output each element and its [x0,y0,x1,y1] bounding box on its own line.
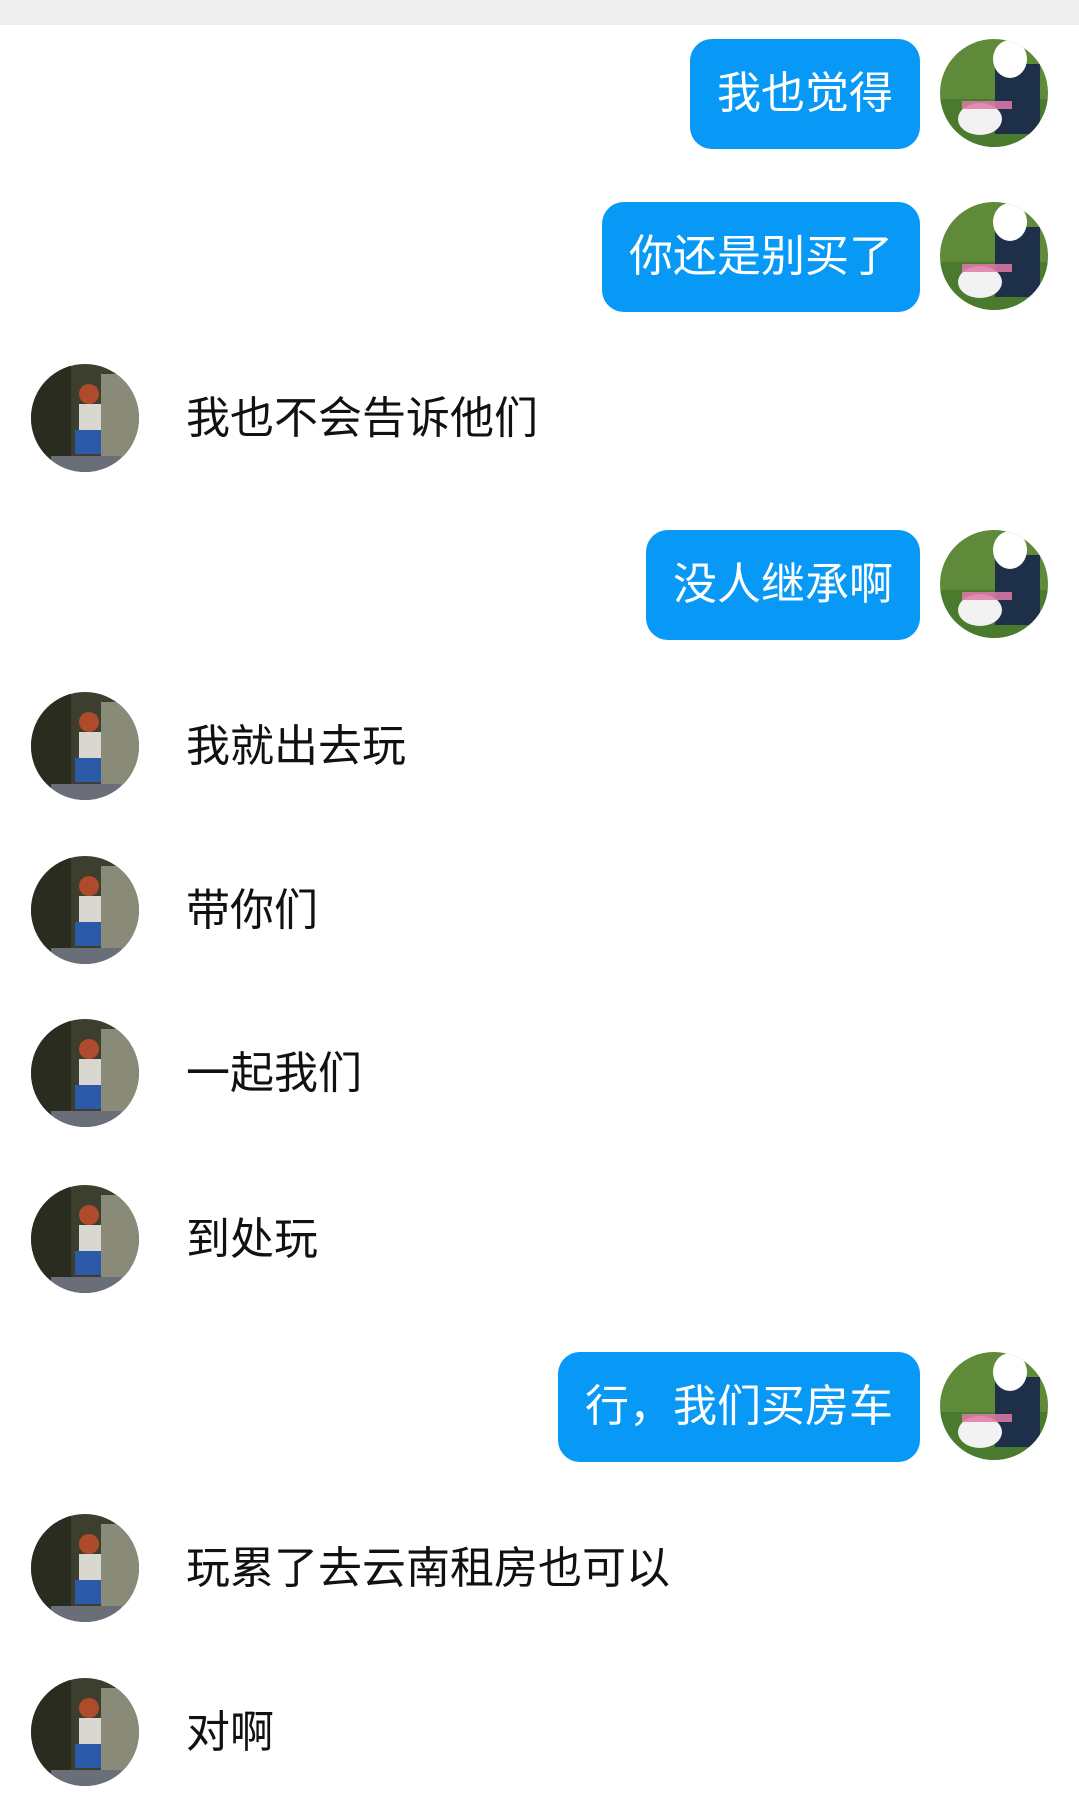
message-text-incoming[interactable]: 对啊 [186,1678,274,1788]
message-incoming: 玩累了去云南租房也可以 [0,1514,1079,1624]
contact-avatar[interactable] [31,1185,139,1293]
message-bubble-outgoing[interactable]: 你还是别买了 [602,202,920,312]
message-outgoing: 我也觉得 [0,39,1079,149]
message-incoming: 我就出去玩 [0,692,1079,802]
message-text-incoming[interactable]: 到处玩 [186,1185,318,1295]
message-text-incoming[interactable]: 玩累了去云南租房也可以 [186,1514,670,1624]
my-avatar[interactable] [940,202,1048,310]
message-bubble-outgoing[interactable]: 没人继承啊 [646,530,920,640]
contact-avatar[interactable] [31,692,139,800]
message-bubble-outgoing[interactable]: 行，我们买房车 [558,1352,920,1462]
message-incoming: 带你们 [0,856,1079,966]
message-text-incoming[interactable]: 带你们 [186,856,318,966]
message-outgoing: 你还是别买了 [0,202,1079,312]
message-incoming: 对啊 [0,1678,1079,1788]
contact-avatar[interactable] [31,1514,139,1622]
message-bubble-outgoing[interactable]: 我也觉得 [690,39,920,149]
contact-avatar[interactable] [31,1678,139,1786]
message-incoming: 到处玩 [0,1185,1079,1295]
contact-avatar[interactable] [31,364,139,472]
my-avatar[interactable] [940,1352,1048,1460]
message-outgoing: 行，我们买房车 [0,1352,1079,1462]
message-text-incoming[interactable]: 我就出去玩 [186,692,406,802]
contact-avatar[interactable] [31,1019,139,1127]
message-text-incoming[interactable]: 一起我们 [186,1019,362,1129]
message-incoming: 一起我们 [0,1019,1079,1129]
chat-message-list[interactable]: 我也觉得 你还是别买了 我也不会告诉他们 没人继承啊 我就出去玩 带你们 一起我… [0,0,1079,1803]
message-incoming: 我也不会告诉他们 [0,364,1079,474]
contact-avatar[interactable] [31,856,139,964]
message-outgoing: 没人继承啊 [0,530,1079,640]
message-text-incoming[interactable]: 我也不会告诉他们 [186,364,538,474]
my-avatar[interactable] [940,530,1048,638]
my-avatar[interactable] [940,39,1048,147]
